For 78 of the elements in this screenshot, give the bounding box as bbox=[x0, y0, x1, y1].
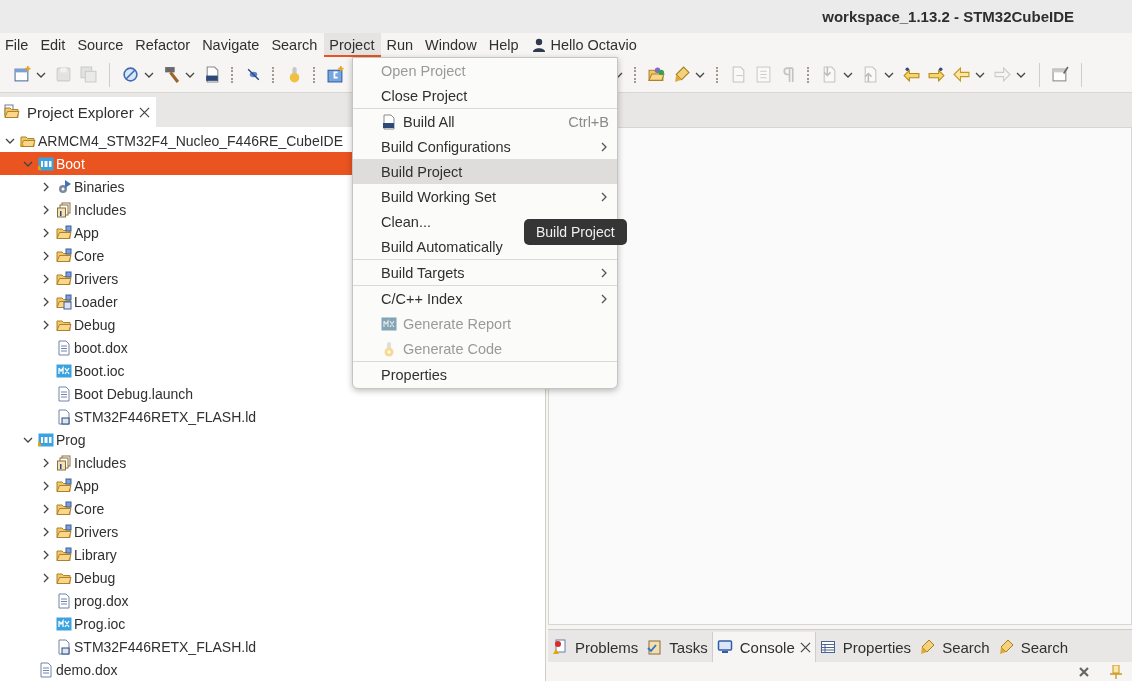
menu-item[interactable]: Navigate bbox=[197, 33, 267, 57]
menu-item[interactable]: Refactor bbox=[130, 33, 198, 57]
tree-item[interactable]: Includes bbox=[0, 451, 545, 474]
view-tab[interactable]: Project Explorer bbox=[0, 97, 156, 127]
tree-item[interactable]: STM32F446RETX_FLASH.ld bbox=[0, 405, 545, 428]
tree-item[interactable]: Prog.ioc bbox=[0, 612, 545, 635]
close-icon[interactable] bbox=[799, 641, 811, 653]
menu-item[interactable]: Source bbox=[72, 33, 131, 57]
menu-item[interactable]: C/C++ Index bbox=[353, 286, 617, 311]
menu-item[interactable]: Build All Ctrl+B bbox=[353, 109, 617, 134]
new-class-icon[interactable] bbox=[327, 66, 344, 83]
menu-item[interactable]: File bbox=[0, 33, 36, 57]
menu-item[interactable]: Project bbox=[324, 33, 382, 57]
includes-icon bbox=[56, 201, 72, 218]
open-folder-icon[interactable] bbox=[648, 66, 665, 83]
source-folder-icon bbox=[56, 247, 72, 264]
tree-item[interactable]: demo.dox bbox=[0, 658, 545, 681]
menu-item[interactable]: Build Targets bbox=[353, 260, 617, 285]
maximize-view-icon[interactable] bbox=[1052, 66, 1069, 83]
view-tab[interactable]: Tasks bbox=[642, 632, 712, 662]
menu-item[interactable]: Edit bbox=[35, 33, 73, 57]
document-icon bbox=[56, 385, 72, 402]
view-tab[interactable]: Problems bbox=[548, 632, 643, 662]
config-file-icon bbox=[381, 315, 397, 332]
menu-item[interactable]: Search bbox=[266, 33, 325, 57]
problems-icon bbox=[552, 639, 568, 655]
hammer-icon[interactable] bbox=[163, 66, 180, 83]
table-icon bbox=[819, 639, 836, 655]
document-icon bbox=[56, 339, 72, 356]
linker-file-icon bbox=[56, 638, 72, 655]
monitor-icon bbox=[716, 639, 733, 655]
menu-item[interactable]: Run bbox=[381, 33, 421, 57]
tree-item[interactable]: Core bbox=[0, 497, 545, 520]
project-icon bbox=[38, 431, 54, 448]
window-title: workspace_1.13.2 - STM32CubeIDE bbox=[822, 8, 1074, 25]
close-icon[interactable] bbox=[138, 106, 150, 118]
view-tab[interactable]: Console bbox=[711, 632, 816, 662]
clipboard-icon bbox=[646, 639, 663, 655]
tree-item[interactable]: prog.dox bbox=[0, 589, 545, 612]
source-folder-icon bbox=[56, 546, 72, 563]
config-file-icon bbox=[56, 615, 72, 632]
view-tab[interactable]: Properties bbox=[815, 632, 916, 662]
document-icon bbox=[38, 661, 54, 678]
document-icon bbox=[56, 592, 72, 609]
menu-item[interactable]: Help bbox=[483, 33, 526, 57]
source-folder-icon bbox=[56, 224, 72, 241]
menu-item[interactable]: Close Project bbox=[353, 83, 617, 108]
person-icon bbox=[533, 38, 546, 52]
source-folder-icon bbox=[56, 270, 72, 287]
tree-item[interactable]: Library bbox=[0, 543, 545, 566]
view-tab[interactable]: Search bbox=[993, 632, 1073, 662]
tooltip: Build Project bbox=[524, 219, 627, 245]
project-icon bbox=[38, 155, 54, 172]
right-arrow-star-icon[interactable] bbox=[928, 66, 945, 83]
view-tab[interactable]: Search bbox=[915, 632, 994, 662]
menu-item[interactable]: Build Project bbox=[353, 159, 617, 184]
includes-icon bbox=[56, 454, 72, 471]
menu-item[interactable]: Window bbox=[420, 33, 484, 57]
menu-item[interactable]: Build Working Set bbox=[353, 184, 617, 209]
config-file-icon bbox=[56, 362, 72, 379]
binary-file-icon bbox=[381, 113, 397, 130]
source-folder-icon bbox=[56, 500, 72, 517]
user-greeting[interactable]: Hello Octavio bbox=[550, 37, 637, 53]
loader-folder-icon bbox=[56, 293, 72, 310]
tree-item[interactable]: App bbox=[0, 474, 545, 497]
folder-document-icon bbox=[4, 104, 20, 120]
shortcut-label: Ctrl+B bbox=[568, 113, 609, 130]
tree-item[interactable]: Debug bbox=[0, 566, 545, 589]
linker-file-icon bbox=[56, 408, 72, 425]
tree-item[interactable]: STM32F446RETX_FLASH.ld bbox=[0, 635, 545, 658]
binaries-icon bbox=[56, 178, 72, 195]
tree-item[interactable]: Drivers bbox=[0, 520, 545, 543]
tree-item[interactable]: Prog bbox=[0, 428, 545, 451]
source-folder-icon bbox=[56, 477, 72, 494]
source-folder-icon bbox=[56, 523, 72, 540]
left-arrow-star-icon[interactable] bbox=[903, 66, 920, 83]
clear-console-icon[interactable] bbox=[1078, 665, 1090, 678]
binary-file-icon[interactable] bbox=[204, 66, 221, 83]
